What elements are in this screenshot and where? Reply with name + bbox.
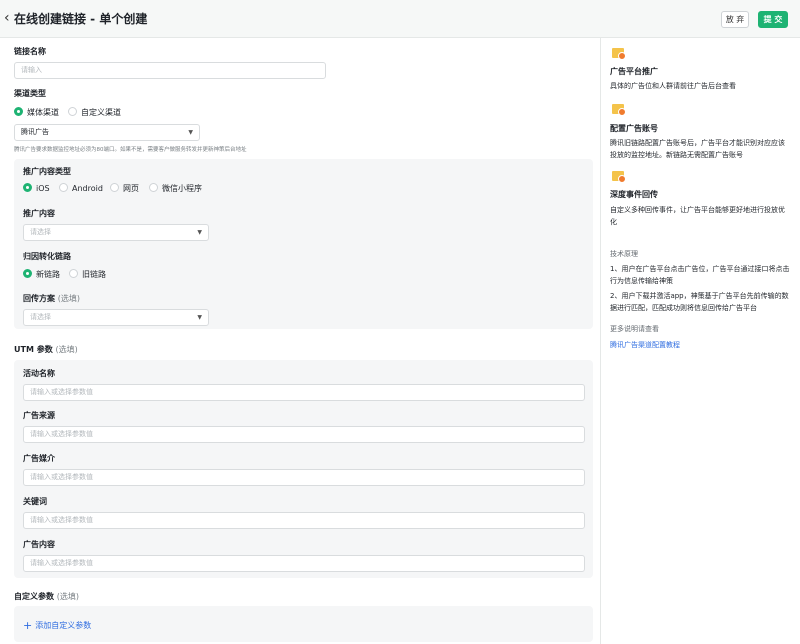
help-sidebar: 广告平台推广 具体的广告位和人群请前往广告后台查看 配置广告账号 腾讯旧链路配置… [601,38,800,644]
add-custom-param-button[interactable]: + 添加自定义参数 [23,618,92,632]
optional-tag: (选填) [55,345,78,354]
callback-placeholder: 请选择 [30,313,51,321]
radio-checked-icon [14,107,23,116]
utm-term-input[interactable]: 请输入或选择参数值 [23,512,585,529]
utm-campaign-label: 活动名称 [23,369,55,378]
radio-label: 微信小程序 [162,184,202,193]
port-hint: 腾讯广告要求数据监控地址必须为80端口。如果不是，需要客户做服务转发并更新神策后… [14,147,247,153]
radio-checked-icon [23,269,32,278]
channel-select-value: 腾讯广告 [21,128,49,136]
radio-label: 媒体渠道 [27,108,59,117]
add-custom-param-label: 添加自定义参数 [35,621,92,630]
radio-unchecked-icon [149,183,158,192]
attribution-label: 归因转化链路 [23,252,71,261]
radio-label: iOS [36,184,50,193]
link-name-label: 链接名称 [14,47,46,56]
radio-unchecked-icon [68,107,77,116]
sidebar-section-title: 深度事件回传 [610,190,658,199]
sidebar-section-text: 具体的广告位和人群请前往广告后台查看 [610,82,736,90]
radio-web[interactable]: 网页 [110,183,139,195]
radio-label: 旧链路 [82,270,106,279]
page-title: 在线创建链接 - 单个创建 [14,12,148,26]
radio-checked-icon [23,183,32,192]
utm-source-input[interactable]: 请输入或选择参数值 [23,426,585,443]
radio-android[interactable]: Android [59,183,103,195]
sidebar-section-title: 广告平台推广 [610,67,658,76]
radio-label: 网页 [123,184,139,193]
promo-content-label: 推广内容 [23,209,55,218]
radio-media-channel[interactable]: 媒体渠道 [14,107,59,119]
tech-step: 2、用户下载并激活app，神策基于广告平台先前传输的数据进行匹配，匹配成功则将信… [610,292,789,312]
radio-label: 自定义渠道 [81,108,121,117]
folder-icon [612,171,626,183]
promo-content-placeholder: 请选择 [30,228,51,236]
cancel-button[interactable]: 放 弃 [721,11,749,28]
utm-label-text: UTM 参数 [14,345,53,354]
radio-ios[interactable]: iOS [23,183,50,195]
sidebar-section-title: 配置广告账号 [610,124,658,133]
chevron-left-icon[interactable]: ‹ [4,10,10,26]
form-area: 链接名称 请输入 渠道类型 媒体渠道 自定义渠道 腾讯广告 ▼ 腾讯广告要求数据… [0,38,601,644]
folder-icon [612,104,626,116]
utm-term-label: 关键词 [23,497,47,506]
utm-medium-input[interactable]: 请输入或选择参数值 [23,469,585,486]
top-bar: ‹ 在线创建链接 - 单个创建 放 弃 提 交 [0,0,800,38]
custom-params-label: 自定义参数 (选填) [14,592,79,602]
radio-unchecked-icon [110,183,119,192]
utm-medium-label: 广告媒介 [23,454,55,463]
submit-button[interactable]: 提 交 [758,11,788,28]
radio-new-link[interactable]: 新链路 [23,269,60,281]
caret-down-icon: ▼ [197,314,202,321]
sidebar-section-text: 腾讯旧链路配置广告账号后，广告平台才能识别对应应该投放的监控地址。新链路无需配置… [610,139,785,159]
utm-source-label: 广告来源 [23,411,55,420]
radio-custom-channel[interactable]: 自定义渠道 [68,107,121,119]
utm-content-input[interactable]: 请输入或选择参数值 [23,555,585,572]
radio-old-link[interactable]: 旧链路 [69,269,106,281]
channel-select[interactable]: 腾讯广告 ▼ [14,124,200,141]
callback-select[interactable]: 请选择 ▼ [23,309,209,326]
callback-label: 回传方案 (选填) [23,294,80,304]
link-name-input[interactable]: 请输入 [14,62,326,79]
sidebar-section-text: 自定义多种回传事件，让广告平台能够更好地进行投放优化 [610,206,785,226]
caret-down-icon: ▼ [188,129,193,136]
radio-mini-program[interactable]: 微信小程序 [149,183,202,195]
caret-down-icon: ▼ [197,229,202,236]
optional-tag: (选填) [57,294,81,303]
more-info-text: 更多说明请查看 [610,325,659,333]
promo-content-select[interactable]: 请选择 ▼ [23,224,209,241]
radio-unchecked-icon [59,183,68,192]
tutorial-link[interactable]: 腾讯广告渠道配置教程 [610,340,680,350]
folder-icon [612,48,626,60]
optional-tag: (选填) [56,592,80,601]
utm-label: UTM 参数 (选填) [14,345,78,355]
radio-label: 新链路 [36,270,60,279]
promo-type-label: 推广内容类型 [23,167,71,176]
plus-icon: + [23,619,33,632]
radio-unchecked-icon [69,269,78,278]
tech-principle-title: 技术原理 [610,250,638,258]
utm-content-label: 广告内容 [23,540,55,549]
channel-type-label: 渠道类型 [14,89,46,98]
tech-step: 1、用户在广告平台点击广告位，广告平台通过接口将点击行为信息传输给神策 [610,265,790,285]
radio-label: Android [72,184,103,193]
callback-label-text: 回传方案 [23,294,55,303]
custom-params-panel [14,606,593,642]
custom-params-label-text: 自定义参数 [14,592,54,601]
utm-campaign-input[interactable]: 请输入或选择参数值 [23,384,585,401]
